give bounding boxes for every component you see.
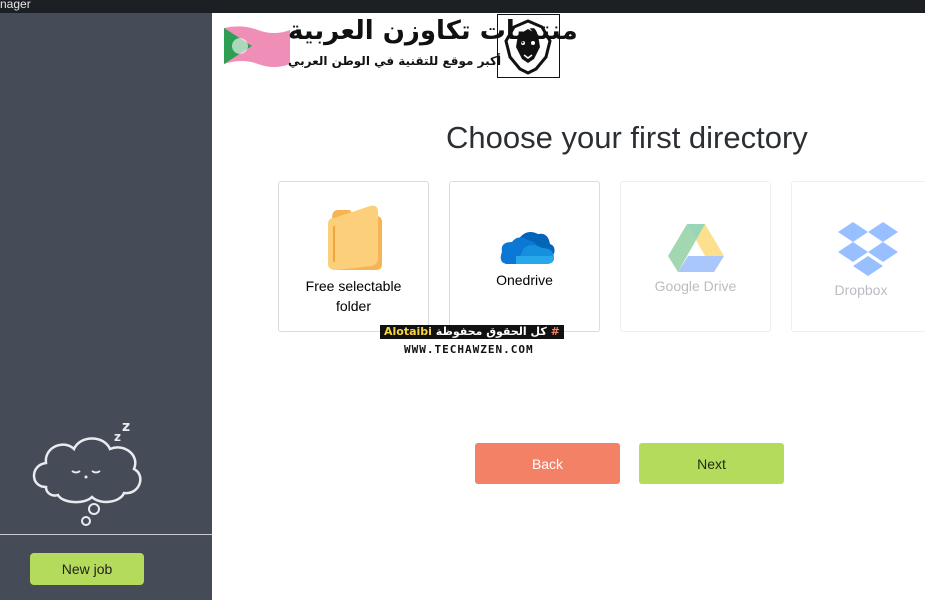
page-title: Choose your first directory <box>446 120 808 155</box>
next-button[interactable]: Next <box>639 443 784 484</box>
svg-text:z: z <box>122 419 130 435</box>
svg-text:z: z <box>114 430 121 444</box>
onedrive-icon <box>500 232 555 264</box>
watermark-title: منتديات تكاوزن العربية <box>288 16 578 46</box>
option-label: Dropbox <box>834 282 888 298</box>
option-label: Onedrive <box>496 272 553 288</box>
watermark-credit-hash: # <box>550 325 560 338</box>
option-label: Free selectable folder <box>305 278 402 314</box>
option-onedrive[interactable]: Onedrive <box>449 181 600 332</box>
option-dropbox[interactable]: Dropbox <box>791 181 925 332</box>
folder-icon <box>328 205 382 270</box>
window-titlebar: nager <box>0 0 925 13</box>
google-drive-icon <box>668 224 724 272</box>
option-google-drive[interactable]: Google Drive <box>620 181 771 332</box>
dropbox-icon <box>838 222 898 276</box>
watermark-credit-name: Alotaibi <box>384 325 432 338</box>
sidebar: z z <box>0 13 212 600</box>
option-free-folder[interactable]: Free selectable folder <box>278 181 429 332</box>
watermark-credit-text: كل الحقوق محفوظة <box>435 325 547 338</box>
back-button[interactable]: Back <box>475 443 620 484</box>
watermark-site: WWW.TECHAWZEN.COM <box>404 343 534 357</box>
sidebar-divider <box>0 534 212 535</box>
watermark-credit: Alotaibi كل الحقوق محفوظة # <box>380 325 564 339</box>
sleeping-cloud-icon: z z <box>32 419 142 526</box>
option-label: Google Drive <box>654 278 737 294</box>
window-title: nager <box>0 0 31 11</box>
watermark-flag-icon <box>224 26 290 67</box>
new-job-button[interactable]: New job <box>30 553 144 585</box>
watermark-subtitle: أكبر موقع للتقنية في الوطن العربي <box>288 54 502 68</box>
